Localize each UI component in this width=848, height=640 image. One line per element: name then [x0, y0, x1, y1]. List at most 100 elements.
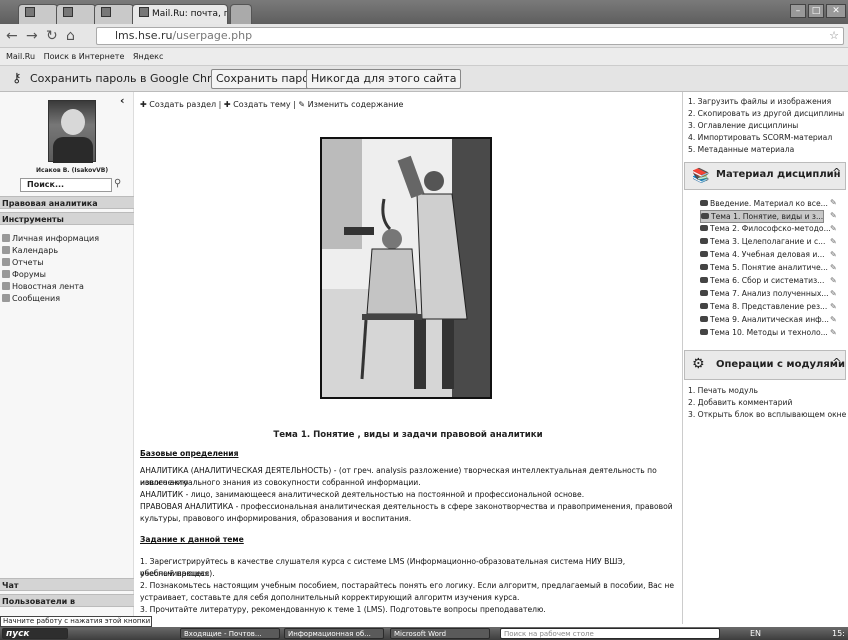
material-item[interactable]: Тема 4. Учебная деловая и...: [700, 249, 825, 260]
edit-pencil-icon[interactable]: ✎: [830, 328, 837, 337]
search-input[interactable]: Поиск...: [20, 178, 112, 192]
bookmark-item[interactable]: Mail.Ru: [6, 52, 35, 61]
material-item[interactable]: Тема 5. Понятие аналитиче...: [700, 262, 828, 273]
message-icon: [2, 294, 10, 302]
material-item[interactable]: Тема 3. Целеполагание и с...: [700, 236, 825, 247]
edit-pencil-icon[interactable]: ✎: [830, 211, 837, 220]
section-legal-analytics[interactable]: Правовая аналитика: [0, 196, 134, 209]
user-icon: [2, 234, 10, 242]
browser-tab[interactable]: [94, 4, 134, 24]
address-bar-row: ← → ↻ ⌂ lms.hse.ru/userpage.php ☆: [0, 24, 848, 48]
bookmark-star-icon[interactable]: ☆: [829, 28, 839, 44]
desktop-search-input[interactable]: Поиск на рабочем столе: [500, 628, 720, 639]
content-toolbar: ✚ Создать раздел | ✚ Создать тему | ✎ Из…: [140, 100, 404, 109]
forward-icon[interactable]: →: [26, 28, 38, 44]
material-item[interactable]: Тема 9. Аналитическая инф...: [700, 314, 829, 325]
action-scorm[interactable]: 4. Импортировать SCORM-материал: [688, 132, 832, 144]
chat-section[interactable]: Чат: [0, 578, 134, 591]
edit-pencil-icon[interactable]: ✎: [830, 289, 837, 298]
new-tab-button[interactable]: [230, 4, 252, 24]
browser-title-bar: Mail.Ru: почта, поиск в инт × – □ ✕: [0, 0, 848, 24]
paragraph: культуры, правового информирования, обра…: [140, 514, 412, 523]
language-indicator[interactable]: EN: [750, 627, 761, 640]
favicon-icon: [25, 7, 35, 17]
section-tools: Инструменты: [0, 212, 134, 225]
edit-pencil-icon[interactable]: ✎: [830, 315, 837, 324]
minimize-icon[interactable]: –: [790, 4, 806, 18]
module-print[interactable]: 1. Печать модуль: [688, 385, 758, 397]
home-icon[interactable]: ⌂: [66, 28, 75, 44]
browser-tab[interactable]: [18, 4, 58, 24]
topic-illustration: [320, 137, 492, 399]
reload-icon[interactable]: ↻: [46, 28, 58, 44]
forum-icon: [2, 270, 10, 278]
gears-icon: ⚙: [692, 356, 705, 372]
tool-news[interactable]: Новостная лента: [2, 281, 84, 292]
maximize-icon[interactable]: □: [808, 4, 824, 18]
tool-messages[interactable]: Сообщения: [2, 293, 60, 304]
module-comment[interactable]: 2. Добавить комментарий: [688, 397, 792, 409]
edit-pencil-icon[interactable]: ✎: [830, 198, 837, 207]
module-popup[interactable]: 3. Открыть блок во всплывающем окне: [688, 409, 846, 421]
edit-pencil-icon[interactable]: ✎: [830, 237, 837, 246]
analyst-drawing: [322, 139, 490, 397]
infobar-message: Сохранить пароль в Google Chrome?: [30, 72, 242, 85]
action-toc[interactable]: 3. Оглавление дисциплины: [688, 120, 798, 132]
create-section-link[interactable]: Создать раздел: [149, 100, 216, 109]
favicon-icon: [63, 7, 73, 17]
windows-taskbar: пуск Входящие - Почтов... Информационная…: [0, 627, 848, 640]
edit-pencil-icon[interactable]: ✎: [830, 276, 837, 285]
bookmark-item[interactable]: Яндекс: [133, 52, 163, 61]
user-name[interactable]: Исаков В. (IsakovVB): [36, 167, 108, 174]
taskbar-button[interactable]: Входящие - Почтов...: [180, 628, 280, 639]
book-icon: [700, 290, 708, 296]
add-section-icon: ✚: [140, 100, 147, 109]
material-item[interactable]: Тема 7. Анализ полученных...: [700, 288, 829, 299]
material-item[interactable]: Тема 8. Представление рез...: [700, 301, 827, 312]
book-icon: [700, 329, 708, 335]
collapse-arrow-icon[interactable]: ^: [832, 356, 841, 369]
material-item[interactable]: Тема 2. Философско-методо...: [700, 223, 831, 234]
close-icon[interactable]: ✕: [826, 4, 846, 18]
material-item[interactable]: Тема 6. Сбор и систематиз...: [700, 275, 824, 286]
taskbar-button[interactable]: Microsoft Word: [390, 628, 490, 639]
paragraph: ПРАВОВАЯ АНАЛИТИКА - профессиональная ан…: [140, 502, 673, 511]
add-topic-icon: ✚: [223, 100, 231, 109]
password-infobar: ⚷ Сохранить пароль в Google Chrome? Сохр…: [0, 66, 848, 92]
topic-title: Тема 1. Понятие , виды и задачи правовой…: [273, 430, 543, 440]
tool-forums[interactable]: Форумы: [2, 269, 46, 280]
search-icon[interactable]: ⚲: [114, 178, 121, 189]
browser-tab-active[interactable]: Mail.Ru: почта, поиск в инт ×: [132, 4, 228, 24]
taskbar-button[interactable]: Информационная об...: [284, 628, 384, 639]
edit-pencil-icon[interactable]: ✎: [830, 224, 837, 233]
edit-pencil-icon[interactable]: ✎: [830, 302, 837, 311]
heading-task: Задание к данной теме: [140, 535, 244, 544]
browser-tab[interactable]: [56, 4, 96, 24]
never-save-button[interactable]: Никогда для этого сайта: [306, 69, 462, 89]
back-icon[interactable]: ←: [6, 28, 18, 44]
material-item[interactable]: Введение. Материал ко все...: [700, 198, 828, 209]
url-field[interactable]: lms.hse.ru/userpage.php ☆: [96, 27, 844, 45]
material-item-selected[interactable]: Тема 1. Понятие, виды и з...: [700, 210, 825, 223]
materials-title: Материал дисциплин: [716, 169, 841, 180]
edit-pencil-icon[interactable]: ✎: [830, 263, 837, 272]
collapse-left-icon[interactable]: ‹: [120, 94, 125, 107]
edit-pencil-icon[interactable]: ✎: [830, 250, 837, 259]
action-copy[interactable]: 2. Скопировать из другой дисциплины: [688, 108, 844, 120]
start-button[interactable]: пуск: [2, 628, 68, 639]
create-topic-link[interactable]: Создать тему: [233, 100, 290, 109]
reports-icon: [2, 258, 10, 266]
modules-title: Операции с модулями: [716, 359, 845, 370]
action-metadata[interactable]: 5. Метаданные материала: [688, 144, 794, 156]
bookmark-item[interactable]: Поиск в Интернете: [44, 52, 125, 61]
tool-reports[interactable]: Отчеты: [2, 257, 44, 268]
clock: 15:: [832, 629, 845, 638]
book-icon: [700, 303, 708, 309]
tool-calendar[interactable]: Календарь: [2, 245, 58, 256]
tool-personal-info[interactable]: Личная информация: [2, 233, 99, 244]
material-item[interactable]: Тема 10. Методы и техноло...: [700, 327, 828, 338]
collapse-arrow-icon[interactable]: ^: [832, 166, 841, 179]
users-online-section[interactable]: Пользователи в: [0, 594, 134, 607]
action-upload[interactable]: 1. Загрузить файлы и изображения: [688, 96, 831, 108]
edit-content-link[interactable]: Изменить содержание: [308, 100, 404, 109]
